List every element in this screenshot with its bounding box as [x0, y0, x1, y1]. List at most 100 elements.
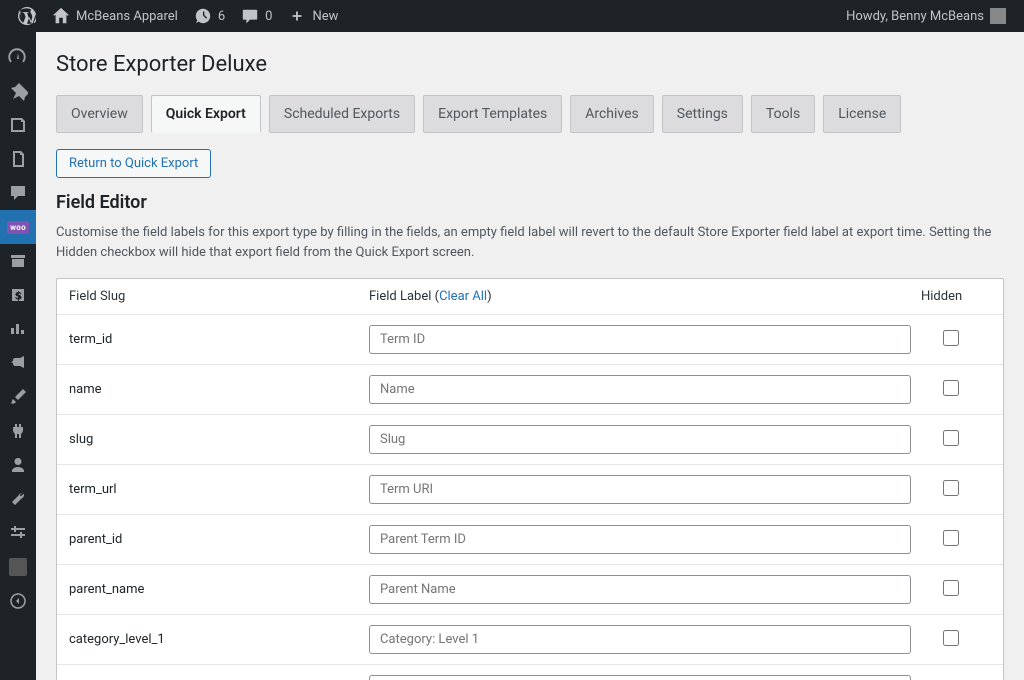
home-icon: [52, 7, 70, 25]
tabs: OverviewQuick ExportScheduled ExportsExp…: [56, 95, 1004, 133]
section-title: Field Editor: [56, 192, 1004, 213]
sidebar-settings[interactable]: [0, 516, 36, 550]
profile-avatar-icon: [9, 558, 27, 576]
field-slug: term_url: [69, 482, 369, 497]
field-label-input[interactable]: [369, 475, 911, 504]
comment-icon: [8, 183, 28, 203]
site-home[interactable]: McBeans Apparel: [44, 0, 186, 32]
section-description: Customise the field labels for this expo…: [56, 223, 1004, 262]
field-label-input[interactable]: [369, 525, 911, 554]
field-slug: slug: [69, 432, 369, 447]
collapse-icon: [8, 591, 28, 611]
archive-icon: [8, 251, 28, 271]
sidebar-posts[interactable]: [0, 74, 36, 108]
tab-tools[interactable]: Tools: [751, 95, 815, 133]
wordpress-icon: [18, 7, 36, 25]
comments[interactable]: 0: [233, 0, 280, 32]
hidden-checkbox[interactable]: [943, 580, 959, 596]
sidebar-collapse[interactable]: [0, 584, 36, 618]
field-editor-table: Field Slug Field Label (Clear All) Hidde…: [56, 278, 1004, 680]
gauge-icon: [8, 47, 28, 67]
table-row: name: [57, 365, 1003, 415]
user-icon: [8, 455, 28, 475]
admin-sidebar: woo: [0, 32, 36, 680]
sidebar-comments[interactable]: [0, 176, 36, 210]
field-label-input[interactable]: [369, 675, 911, 680]
table-row: category_level_1: [57, 615, 1003, 665]
hidden-checkbox[interactable]: [943, 530, 959, 546]
comment-icon: [241, 7, 259, 25]
th-hidden: Hidden: [921, 289, 991, 304]
table-header: Field Slug Field Label (Clear All) Hidde…: [57, 279, 1003, 315]
field-label-input[interactable]: [369, 575, 911, 604]
tab-archives[interactable]: Archives: [570, 95, 654, 133]
sidebar-analytics[interactable]: [0, 312, 36, 346]
sidebar-woocommerce[interactable]: woo: [0, 210, 36, 244]
field-slug: category_level_1: [69, 632, 369, 647]
sidebar-products[interactable]: [0, 244, 36, 278]
tab-license[interactable]: License: [823, 95, 901, 133]
plug-icon: [8, 421, 28, 441]
table-row: term_url: [57, 465, 1003, 515]
table-row: term_id: [57, 315, 1003, 365]
field-slug: term_id: [69, 332, 369, 347]
tab-overview[interactable]: Overview: [56, 95, 143, 133]
updates-count: 6: [218, 9, 225, 24]
sidebar-pages[interactable]: [0, 142, 36, 176]
sidebar-users[interactable]: [0, 448, 36, 482]
admin-topbar: McBeans Apparel 6 0 New Howdy, Benny McB…: [0, 0, 1024, 32]
page-title: Store Exporter Deluxe: [56, 52, 1004, 77]
field-label-input[interactable]: [369, 425, 911, 454]
tab-scheduled-exports[interactable]: Scheduled Exports: [269, 95, 415, 133]
hidden-checkbox[interactable]: [943, 630, 959, 646]
table-row: slug: [57, 415, 1003, 465]
table-row: category_level_2: [57, 665, 1003, 680]
pages-icon: [8, 149, 28, 169]
tab-quick-export[interactable]: Quick Export: [151, 95, 261, 133]
media-icon: [8, 115, 28, 135]
user-howdy[interactable]: Howdy, Benny McBeans: [838, 0, 1014, 32]
updates-icon: [194, 7, 212, 25]
sidebar-profile[interactable]: [0, 550, 36, 584]
main-content: Store Exporter Deluxe OverviewQuick Expo…: [36, 32, 1024, 680]
sidebar-media[interactable]: [0, 108, 36, 142]
sidebar-dashboard[interactable]: [0, 40, 36, 74]
tab-settings[interactable]: Settings: [662, 95, 743, 133]
hidden-checkbox[interactable]: [943, 380, 959, 396]
th-label: Field Label (Clear All): [369, 289, 921, 304]
brush-icon: [8, 387, 28, 407]
sidebar-appearance[interactable]: [0, 380, 36, 414]
megaphone-icon: [8, 353, 28, 373]
hidden-checkbox[interactable]: [943, 480, 959, 496]
th-slug: Field Slug: [69, 289, 369, 304]
table-row: parent_id: [57, 515, 1003, 565]
sidebar-marketing[interactable]: [0, 346, 36, 380]
wrench-icon: [8, 489, 28, 509]
chart-icon: [8, 319, 28, 339]
field-label-input[interactable]: [369, 375, 911, 404]
sidebar-payments[interactable]: [0, 278, 36, 312]
field-slug: parent_id: [69, 532, 369, 547]
woo-icon: woo: [7, 221, 29, 234]
howdy-text: Howdy, Benny McBeans: [846, 9, 984, 24]
site-name: McBeans Apparel: [76, 9, 178, 24]
table-row: parent_name: [57, 565, 1003, 615]
wp-logo[interactable]: [10, 0, 44, 32]
avatar-icon: [990, 8, 1006, 24]
new-label: New: [312, 9, 338, 24]
comments-count: 0: [265, 9, 272, 24]
new-content[interactable]: New: [280, 0, 346, 32]
tab-export-templates[interactable]: Export Templates: [423, 95, 562, 133]
field-slug: parent_name: [69, 582, 369, 597]
hidden-checkbox[interactable]: [943, 430, 959, 446]
sidebar-plugins[interactable]: [0, 414, 36, 448]
sliders-icon: [8, 523, 28, 543]
updates[interactable]: 6: [186, 0, 233, 32]
field-label-input[interactable]: [369, 325, 911, 354]
hidden-checkbox[interactable]: [943, 330, 959, 346]
field-label-input[interactable]: [369, 625, 911, 654]
sidebar-tools[interactable]: [0, 482, 36, 516]
clear-all-link[interactable]: Clear All: [439, 289, 487, 304]
return-button[interactable]: Return to Quick Export: [56, 149, 211, 178]
pin-icon: [8, 81, 28, 101]
